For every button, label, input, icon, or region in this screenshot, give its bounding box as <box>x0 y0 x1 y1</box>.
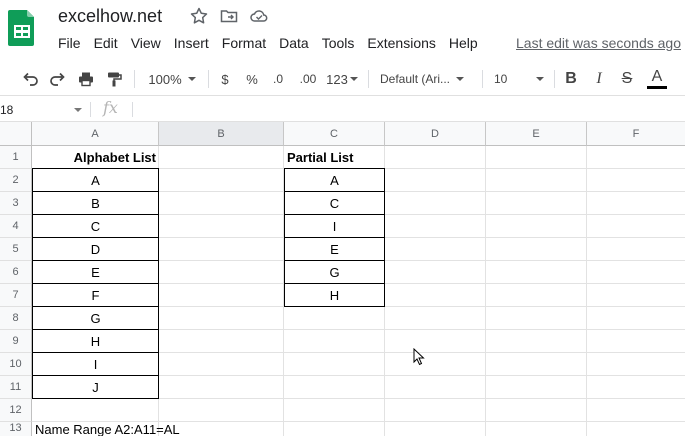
paint-format-icon[interactable] <box>102 68 126 90</box>
row-header-6[interactable]: 6 <box>0 261 32 284</box>
name-range-note[interactable]: Name Range A2:A11=AL <box>32 422 332 436</box>
partial-cell[interactable]: I <box>284 214 385 238</box>
print-icon[interactable] <box>74 68 98 90</box>
mouse-pointer-icon <box>413 347 425 366</box>
alphabet-cell[interactable]: D <box>32 237 159 261</box>
text-color-swatch <box>647 86 667 89</box>
toolbar: 100% $ % .0 .00 123 Default (Ari... 10 B… <box>0 62 685 96</box>
alphabet-cell[interactable]: H <box>32 329 159 353</box>
title-bar: excelhow.net File Edit View Insert Forma… <box>0 0 685 60</box>
partial-cell[interactable]: G <box>284 260 385 284</box>
increase-decimal-label: .00 <box>299 72 317 86</box>
menu-edit[interactable]: Edit <box>94 35 118 51</box>
text-color-label: A <box>651 68 663 85</box>
redo-icon[interactable] <box>46 68 70 90</box>
menu-extensions[interactable]: Extensions <box>367 35 435 51</box>
alphabet-list-header[interactable]: Alphabet List <box>32 146 159 169</box>
formula-bar: B18 fx <box>0 97 685 122</box>
select-all-corner[interactable] <box>0 122 32 146</box>
row-header-2[interactable]: 2 <box>0 169 32 192</box>
name-box-value: B18 <box>0 102 14 117</box>
partial-list-header[interactable]: Partial List <box>284 146 385 169</box>
font-size-value: 10 <box>494 72 508 86</box>
menu-file[interactable]: File <box>58 35 81 51</box>
decrease-decimal-label: .0 <box>272 72 283 86</box>
chevron-down-icon <box>456 77 465 81</box>
row-header-13[interactable]: 13 <box>0 422 32 436</box>
document-title[interactable]: excelhow.net <box>58 6 162 27</box>
column-header-c[interactable]: C <box>284 122 385 146</box>
decrease-decimal-button[interactable]: .0 <box>268 68 288 90</box>
row-header-1[interactable]: 1 <box>0 146 32 169</box>
increase-decimal-button[interactable]: .00 <box>296 68 320 90</box>
zoom-value: 100% <box>148 71 182 87</box>
column-header-e[interactable]: E <box>486 122 587 146</box>
menu-insert[interactable]: Insert <box>174 35 209 51</box>
sheet-grid: A B C D E F 1 2 3 4 5 6 7 8 9 10 11 12 1… <box>0 122 685 436</box>
menu-format[interactable]: Format <box>222 35 266 51</box>
percent-format-button[interactable]: % <box>243 68 261 90</box>
fx-icon: fx <box>103 98 118 117</box>
row-header-3[interactable]: 3 <box>0 192 32 215</box>
name-box[interactable]: B18 <box>0 100 88 119</box>
alphabet-cell[interactable]: F <box>32 283 159 307</box>
alphabet-cell[interactable]: A <box>32 168 159 192</box>
star-icon[interactable] <box>189 6 209 26</box>
chevron-down-icon <box>349 77 358 81</box>
row-header-4[interactable]: 4 <box>0 215 32 238</box>
last-edit-link[interactable]: Last edit was seconds ago <box>516 35 681 51</box>
column-header-a[interactable]: A <box>32 122 159 146</box>
column-header-d[interactable]: D <box>385 122 486 146</box>
cloud-saved-icon[interactable] <box>249 6 269 26</box>
font-size-select[interactable]: 10 <box>494 68 548 90</box>
bold-button[interactable]: B <box>562 68 580 90</box>
chevron-down-icon <box>536 77 544 81</box>
partial-cell[interactable]: E <box>284 237 385 261</box>
strikethrough-button[interactable]: S <box>618 68 636 90</box>
menu-view[interactable]: View <box>131 35 161 51</box>
italic-button[interactable]: I <box>590 68 608 90</box>
menu-tools[interactable]: Tools <box>322 35 355 51</box>
row-header-8[interactable]: 8 <box>0 307 32 330</box>
row-header-7[interactable]: 7 <box>0 284 32 307</box>
zoom-select[interactable]: 100% <box>144 68 200 90</box>
formula-input[interactable] <box>138 100 678 119</box>
partial-cell[interactable]: H <box>284 283 385 307</box>
font-family-value: Default (Ari... <box>380 72 451 86</box>
font-family-select[interactable]: Default (Ari... <box>380 68 472 90</box>
chevron-down-icon <box>74 108 82 112</box>
chevron-down-icon <box>187 77 196 81</box>
alphabet-cell[interactable]: I <box>32 352 159 376</box>
menu-data[interactable]: Data <box>279 35 309 51</box>
move-to-folder-icon[interactable] <box>219 6 239 26</box>
partial-cell[interactable]: C <box>284 191 385 215</box>
menu-help[interactable]: Help <box>449 35 478 51</box>
row-header-5[interactable]: 5 <box>0 238 32 261</box>
sheets-logo-icon[interactable] <box>8 8 36 46</box>
menu-bar: File Edit View Insert Format Data Tools … <box>58 35 491 51</box>
more-formats-select[interactable]: 123 <box>326 68 358 90</box>
partial-cell[interactable]: A <box>284 168 385 192</box>
column-header-b[interactable]: B <box>159 122 284 146</box>
alphabet-cell[interactable]: J <box>32 375 159 399</box>
undo-icon[interactable] <box>18 68 42 90</box>
alphabet-cell[interactable]: B <box>32 191 159 215</box>
row-header-10[interactable]: 10 <box>0 353 32 376</box>
more-formats-label: 123 <box>326 71 348 87</box>
column-header-f[interactable]: F <box>587 122 685 146</box>
row-header-9[interactable]: 9 <box>0 330 32 353</box>
row-header-11[interactable]: 11 <box>0 376 32 399</box>
alphabet-cell[interactable]: C <box>32 214 159 238</box>
alphabet-cell[interactable]: G <box>32 306 159 330</box>
text-color-button[interactable]: A <box>646 68 668 90</box>
currency-format-button[interactable]: $ <box>216 68 234 90</box>
row-header-12[interactable]: 12 <box>0 399 32 422</box>
alphabet-cell[interactable]: E <box>32 260 159 284</box>
